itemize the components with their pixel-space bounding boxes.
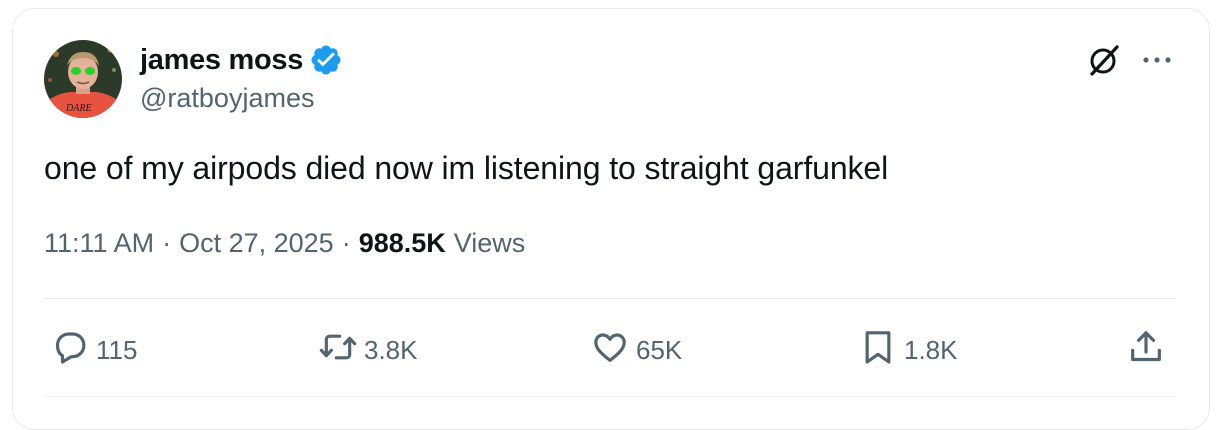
reply-button[interactable]: 115	[50, 330, 137, 370]
tweet-meta: 11:11 AM · Oct 27, 2025 · 988.5K Views	[44, 228, 525, 259]
like-button[interactable]: 65K	[590, 330, 682, 370]
grok-icon[interactable]	[1086, 42, 1122, 78]
reply-count: 115	[96, 334, 138, 365]
like-icon	[590, 327, 630, 374]
bookmark-count: 1.8K	[904, 334, 958, 365]
action-bar: 115 3.8K 65K 1.8K	[0, 330, 1220, 370]
author-handle[interactable]: @ratboyjames	[140, 83, 314, 114]
share-button[interactable]	[1126, 330, 1166, 370]
meta-separator: ·	[341, 228, 351, 258]
like-count: 65K	[636, 334, 683, 365]
bookmark-button[interactable]: 1.8K	[858, 330, 958, 370]
divider	[44, 298, 1176, 299]
more-icon[interactable]	[1140, 48, 1174, 72]
bookmark-icon	[858, 327, 898, 374]
tweet-time[interactable]: 11:11 AM	[44, 228, 154, 259]
views-label: Views	[453, 228, 526, 258]
avatar[interactable]: DARE	[44, 40, 122, 118]
avatar-shirt-text: DARE	[65, 103, 92, 114]
tweet-date[interactable]: Oct 27, 2025	[179, 228, 334, 259]
retweet-icon	[318, 327, 358, 374]
reply-icon	[50, 327, 90, 374]
verified-icon[interactable]	[309, 43, 343, 77]
retweet-button[interactable]: 3.8K	[318, 330, 418, 370]
retweet-count: 3.8K	[364, 334, 418, 365]
meta-separator: ·	[162, 228, 172, 258]
author-name-row[interactable]: james moss	[140, 42, 343, 78]
bottom-divider	[44, 396, 1176, 397]
views-count: 988.5K	[358, 228, 446, 258]
share-icon	[1126, 327, 1166, 374]
display-name[interactable]: james moss	[140, 44, 303, 77]
tweet-text: one of my airpods died now im listening …	[44, 150, 889, 186]
